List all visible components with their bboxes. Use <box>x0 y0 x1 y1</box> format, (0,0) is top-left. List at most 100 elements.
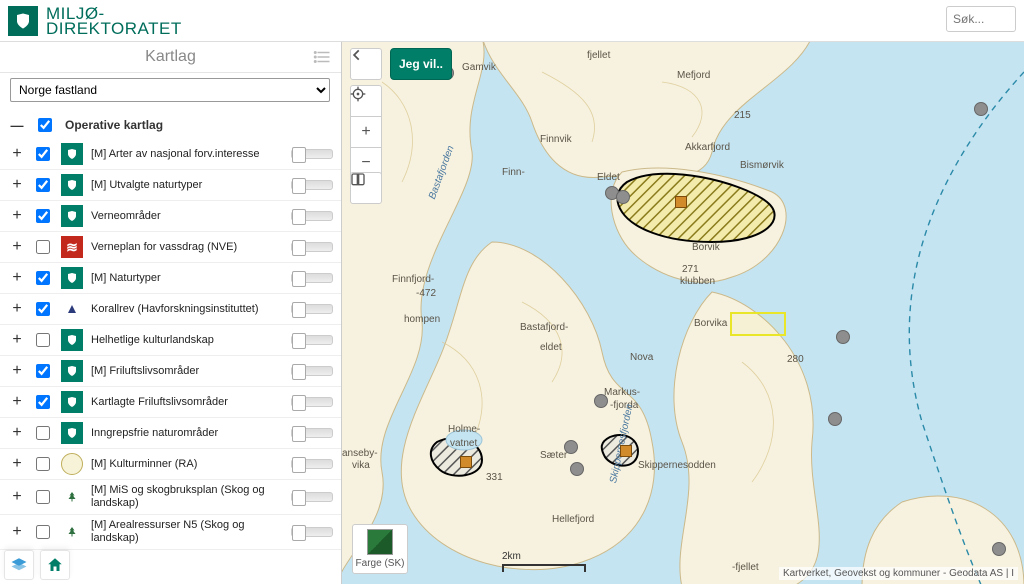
expand-icon[interactable]: + <box>10 424 24 442</box>
opacity-slider[interactable] <box>291 211 333 221</box>
layer-checkbox[interactable] <box>36 457 50 471</box>
zoom-in-button[interactable]: + <box>350 116 382 148</box>
layer-checkbox[interactable] <box>36 302 50 316</box>
map-point[interactable] <box>974 102 988 116</box>
layer-row[interactable]: +Inngrepsfrie naturområder <box>0 417 341 449</box>
search-wrapper <box>946 6 1016 32</box>
layer-checkbox[interactable] <box>36 147 50 161</box>
map-point[interactable] <box>992 542 1006 556</box>
collapse-panel-button[interactable] <box>350 48 382 80</box>
layer-label: [M] Naturtyper <box>91 272 283 285</box>
bookmark-button[interactable] <box>350 172 382 204</box>
layer-row[interactable]: +Korallrev (Havforskningsinstituttet) <box>0 293 341 325</box>
map-point[interactable] <box>564 440 578 454</box>
expand-icon[interactable]: + <box>10 238 24 256</box>
opacity-slider[interactable] <box>291 428 333 438</box>
basemap-label: Farge (SK) <box>356 558 405 569</box>
expand-icon[interactable]: + <box>10 393 24 411</box>
layer-checkbox[interactable] <box>36 240 50 254</box>
expand-icon[interactable]: + <box>10 455 24 473</box>
expand-icon[interactable]: + <box>10 300 24 318</box>
layer-checkbox[interactable] <box>36 490 50 504</box>
layer-row[interactable]: + Verneområder <box>0 200 341 232</box>
opacity-slider[interactable] <box>291 459 333 469</box>
opacity-slider[interactable] <box>291 397 333 407</box>
opacity-slider[interactable] <box>291 527 333 537</box>
map-marker-square[interactable] <box>620 445 632 457</box>
bottom-tools <box>4 550 70 580</box>
opacity-slider[interactable] <box>291 335 333 345</box>
shield-icon <box>61 360 83 382</box>
brand-logo <box>8 6 38 36</box>
expand-icon[interactable]: + <box>10 176 24 194</box>
layer-row[interactable]: + [M] Arter av nasjonal forv.interesse <box>0 139 341 170</box>
layer-checkbox[interactable] <box>36 271 50 285</box>
layer-row[interactable]: + Helhetlige kulturlandskap <box>0 324 341 356</box>
opacity-slider[interactable] <box>291 366 333 376</box>
group-checkbox[interactable] <box>38 118 52 132</box>
map-point[interactable] <box>836 330 850 344</box>
layer-row[interactable]: +[M] MiS og skogbruksplan (Skog og lands… <box>0 479 341 515</box>
layer-label: Verneområder <box>91 210 283 223</box>
opacity-slider[interactable] <box>291 149 333 159</box>
layer-row[interactable]: +[M] Arealressurser N5 (Skog og landskap… <box>0 514 341 550</box>
layer-row[interactable]: + [M] Kulturminner (RA) <box>0 448 341 480</box>
opacity-slider[interactable] <box>291 304 333 314</box>
home-button[interactable] <box>40 550 70 580</box>
map-point[interactable] <box>828 412 842 426</box>
map-marker-square[interactable] <box>460 456 472 468</box>
tree-icon <box>61 521 83 543</box>
jeg-vil-button[interactable]: Jeg vil.. <box>390 48 452 80</box>
layer-row[interactable]: +≋Verneplan for vassdrag (NVE) <box>0 231 341 263</box>
search-input[interactable] <box>946 6 1016 32</box>
scale-label: 2km <box>502 551 521 562</box>
opacity-slider[interactable] <box>291 180 333 190</box>
opacity-slider[interactable] <box>291 273 333 283</box>
home-icon <box>46 556 64 574</box>
basemap-selector[interactable]: Farge (SK) <box>352 524 408 574</box>
chevron-left-icon <box>350 48 364 62</box>
layer-checkbox[interactable] <box>36 364 50 378</box>
layer-checkbox[interactable] <box>36 209 50 223</box>
expand-icon[interactable]: + <box>10 362 24 380</box>
layer-row[interactable]: + Kartlagte Friluftslivsområder <box>0 386 341 418</box>
layer-group-row[interactable]: — Operative kartlag <box>0 107 341 139</box>
map-highlight-rect <box>730 312 786 336</box>
layer-row[interactable]: +[M] Utvalgte naturtyper <box>0 169 341 201</box>
layer-checkbox[interactable] <box>36 333 50 347</box>
opacity-slider[interactable] <box>291 242 333 252</box>
crosshair-icon <box>350 86 366 102</box>
expand-icon[interactable]: + <box>10 331 24 349</box>
opacity-slider[interactable] <box>291 492 333 502</box>
expand-icon[interactable]: + <box>10 523 24 541</box>
map-point[interactable] <box>616 190 630 204</box>
jeg-vil-label: Jeg vil.. <box>399 57 443 71</box>
locate-button[interactable] <box>350 85 382 117</box>
expand-icon[interactable]: + <box>10 488 24 506</box>
brand-text: MILJØ- DIREKTORATET <box>46 6 182 36</box>
expand-icon[interactable]: + <box>10 269 24 287</box>
layer-row[interactable]: + [M] Naturtyper <box>0 262 341 294</box>
map-point[interactable] <box>594 394 608 408</box>
region-select[interactable]: Norge fastland <box>10 78 330 102</box>
layer-checkbox[interactable] <box>36 178 50 192</box>
map-canvas[interactable]: GamvikfjelletMefjordFinnvikFinn-EldetAkk… <box>342 42 1024 584</box>
layer-label: [M] Kulturminner (RA) <box>91 458 283 471</box>
layer-label: Kartlagte Friluftslivsområder <box>91 396 283 409</box>
layer-label: Helhetlige kulturlandskap <box>91 334 283 347</box>
layer-checkbox[interactable] <box>36 395 50 409</box>
layer-checkbox[interactable] <box>36 525 50 539</box>
map-point[interactable] <box>570 462 584 476</box>
list-icon[interactable] <box>313 48 331 71</box>
layer-label: [M] Arter av nasjonal forv.interesse <box>91 148 283 161</box>
map-marker-square[interactable] <box>675 196 687 208</box>
layer-label: Verneplan for vassdrag (NVE) <box>91 241 283 254</box>
layer-row[interactable]: +[M] Friluftslivsområder <box>0 355 341 387</box>
minus-icon: − <box>361 154 370 172</box>
expand-icon[interactable]: + <box>10 145 24 163</box>
layers-button[interactable] <box>4 550 34 580</box>
expand-icon[interactable]: + <box>10 207 24 225</box>
collapse-icon[interactable]: — <box>10 118 24 133</box>
layers-icon <box>10 556 28 574</box>
layer-checkbox[interactable] <box>36 426 50 440</box>
